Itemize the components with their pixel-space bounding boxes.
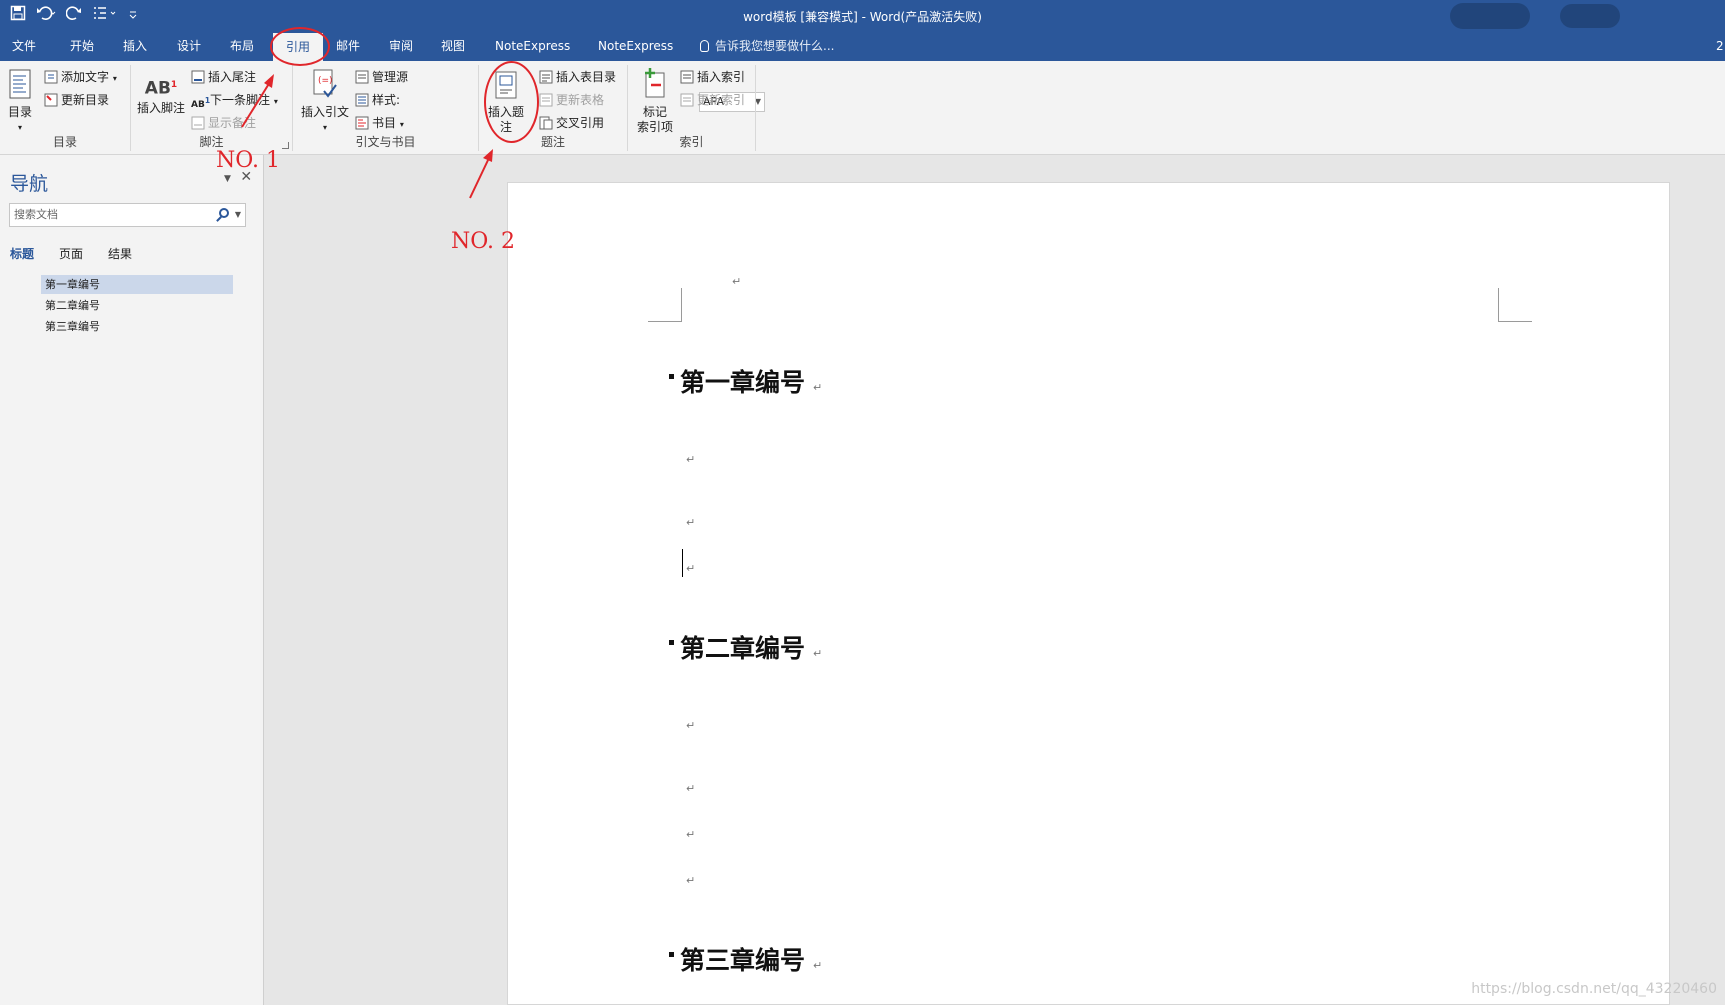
- nav-heading-item[interactable]: 第二章编号: [41, 296, 233, 315]
- nav-tab-headings[interactable]: 标题: [10, 245, 34, 262]
- update-index-icon: [680, 93, 694, 107]
- nav-tab-pages[interactable]: 页面: [59, 245, 83, 262]
- watermark: https://blog.csdn.net/qq_43220460: [1471, 981, 1717, 997]
- group-index: 标记 索引项 插入索引 更新索引 索引: [628, 65, 756, 151]
- crop-mark-right: [1498, 288, 1532, 322]
- update-index-button[interactable]: 更新索引: [680, 90, 745, 110]
- arrow-icon: [241, 74, 274, 128]
- paragraph-mark: ↵: [686, 719, 696, 732]
- chapter-heading-2[interactable]: 第二章编号 ↵: [669, 629, 822, 665]
- heading-bullet: [669, 640, 674, 645]
- paragraph-mark: ↵: [686, 782, 696, 795]
- annotation-no1: NO. 1: [216, 148, 280, 173]
- paragraph-mark: ↵: [686, 828, 696, 841]
- arrow-icon: [469, 149, 493, 199]
- paragraph-mark: ↵: [732, 275, 742, 288]
- paragraph-mark: ↵: [686, 874, 696, 887]
- insert-index-icon: [680, 70, 694, 84]
- user-area-2: [1560, 4, 1620, 28]
- chapter-heading-3[interactable]: 第三章编号 ↵: [669, 941, 822, 977]
- nav-tab-results[interactable]: 结果: [108, 245, 132, 262]
- user-area: [1450, 3, 1530, 29]
- paragraph-mark: ↵: [686, 562, 696, 575]
- document-page[interactable]: ↵ 第一章编号 ↵ ↵ ↵ ↵ 第二章编号 ↵ ↵ ↵ ↵ ↵ 第三章编号 ↵: [507, 182, 1670, 1005]
- text-cursor: [682, 549, 683, 577]
- group-label-index: 索引: [679, 135, 704, 149]
- edge-char: 2: [1716, 39, 1724, 53]
- insert-index-button[interactable]: 插入索引: [680, 67, 745, 87]
- mark-entry-button[interactable]: 标记 索引项: [632, 67, 678, 135]
- chapter-heading-1[interactable]: 第一章编号 ↵: [669, 363, 822, 399]
- crop-mark-left: [648, 288, 682, 322]
- nav-heading-item[interactable]: 第一章编号: [41, 275, 233, 294]
- tell-me-box[interactable]: 告诉我您想要做什么...: [700, 31, 834, 61]
- tab-noteexpress-2[interactable]: NoteExpress: [598, 31, 673, 61]
- navigation-pane: 导航 ▼ ✕ 搜索文档 ▼ 标题 页面 结果 第一章编号 第二章编号 第三章编号: [0, 155, 264, 1005]
- annotation-arrows: [241, 74, 493, 199]
- paragraph-mark: ↵: [686, 516, 696, 529]
- heading-bullet: [669, 374, 674, 379]
- nav-heading-item[interactable]: 第三章编号: [41, 317, 233, 336]
- mark-entry-icon: [645, 68, 665, 98]
- annotation-no2: NO. 2: [451, 229, 515, 254]
- paragraph-mark: ↵: [686, 453, 696, 466]
- lightbulb-icon: [700, 40, 709, 52]
- heading-bullet: [669, 952, 674, 957]
